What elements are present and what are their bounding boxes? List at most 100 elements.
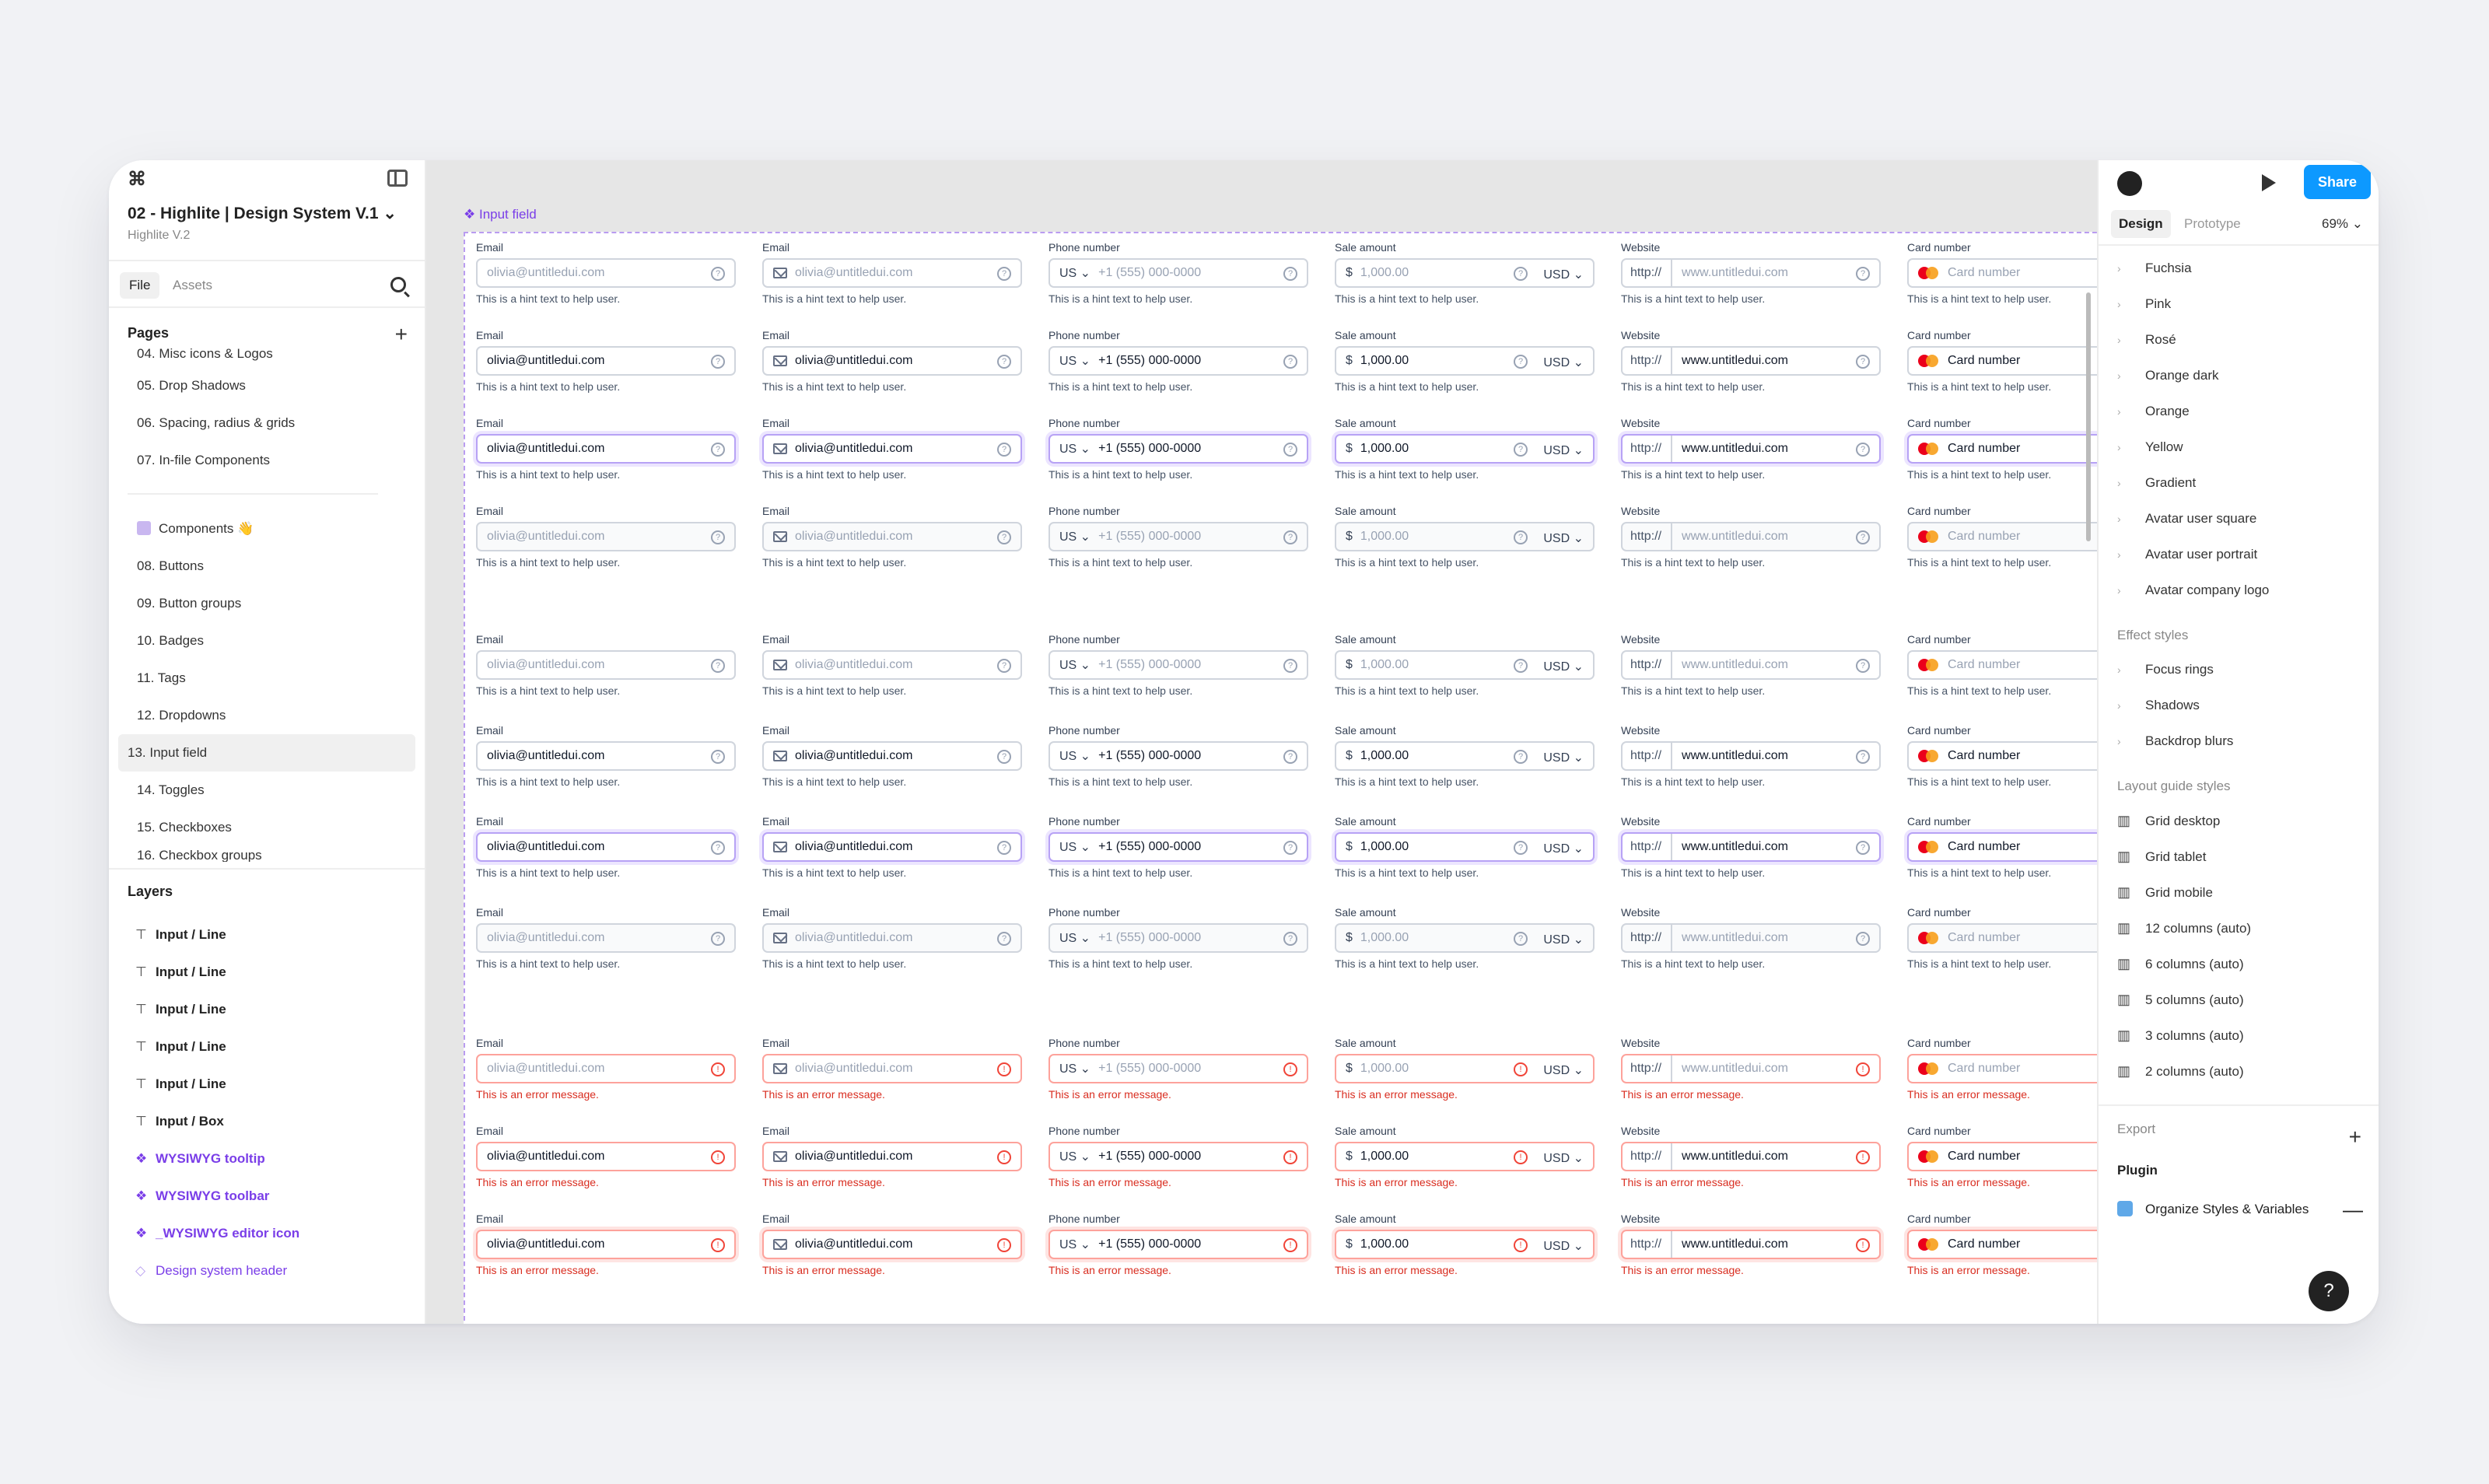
card-input[interactable]: Card number [1907,258,2097,288]
help-button[interactable]: ? [2309,1271,2349,1311]
style-item[interactable]: › Fuchsia [2099,250,2379,286]
style-item[interactable]: › Rosé [2099,322,2379,358]
card-input[interactable]: Card number [1907,1142,2097,1171]
layer-item[interactable]: ⊤ Input / Line [109,1028,425,1066]
page-item[interactable]: 08. Buttons [118,548,415,585]
style-item[interactable]: › Orange dark [2099,358,2379,394]
tab-design[interactable]: Design [2111,210,2171,238]
style-item[interactable]: › Orange [2099,394,2379,429]
page-item[interactable]: 15. Checkboxes [118,809,415,846]
page-item[interactable]: 09. Button groups [118,585,415,622]
email-input[interactable]: olivia@untitledui.com? [762,346,1022,376]
email-input[interactable]: olivia@untitledui.com! [762,1054,1022,1083]
style-item[interactable]: ▥ 12 columns (auto) [2099,910,2379,946]
country-select[interactable]: US ⌄ [1059,265,1090,281]
page-item[interactable]: 12. Dropdowns [118,697,415,734]
website-input[interactable]: http:// www.untitledui.com? [1621,258,1881,288]
page-item[interactable]: 11. Tags [118,660,415,697]
avatar[interactable] [2117,171,2142,196]
zoom-level[interactable]: 69% ⌄ [2322,210,2363,238]
phone-input[interactable]: US ⌄ +1 (555) 000-0000? [1048,434,1308,464]
currency-select[interactable]: USD ⌄ [1543,750,1584,765]
input-field-frame[interactable]: Email olivia@untitledui.com? This is a hin… [464,232,2097,1324]
email-input[interactable]: olivia@untitledui.com? [762,258,1022,288]
layer-item[interactable]: ⊤ Input / Box [109,1103,425,1140]
currency-select[interactable]: USD ⌄ [1543,443,1584,458]
sale-input[interactable]: $1,000.00? USD ⌄ [1335,522,1595,551]
email-input[interactable]: olivia@untitledui.com! [476,1054,736,1083]
page-item[interactable]: 16. Checkbox groups [118,846,415,862]
email-input[interactable]: olivia@untitledui.com! [476,1142,736,1171]
style-item[interactable]: ▥ 3 columns (auto) [2099,1017,2379,1053]
style-item[interactable]: › Backdrop blurs [2099,723,2379,759]
page-item[interactable]: 06. Spacing, radius & grids [118,404,415,442]
phone-input[interactable]: US ⌄ +1 (555) 000-0000? [1048,346,1308,376]
page-item[interactable]: 14. Toggles [118,772,415,809]
card-input[interactable]: Card number [1907,346,2097,376]
page-item[interactable]: 04. Misc icons & Logos [118,348,415,367]
phone-input[interactable]: US ⌄ +1 (555) 000-0000? [1048,650,1308,680]
email-input[interactable]: olivia@untitledui.com? [476,522,736,551]
search-icon[interactable] [390,277,406,292]
style-item[interactable]: ▥ Grid mobile [2099,874,2379,910]
style-item[interactable]: › Avatar user portrait [2099,537,2379,572]
layer-item[interactable]: ⊤ Input / Line [109,1066,425,1103]
style-item[interactable]: ▥ Grid desktop [2099,803,2379,838]
country-select[interactable]: US ⌄ [1059,657,1090,673]
sale-input[interactable]: $1,000.00? USD ⌄ [1335,258,1595,288]
share-button[interactable]: Share [2304,165,2371,199]
card-input[interactable]: Card number [1907,522,2097,551]
website-input[interactable]: http:// www.untitledui.com? [1621,832,1881,862]
page-item[interactable]: 05. Drop Shadows [118,367,415,404]
style-item[interactable]: › Yellow [2099,429,2379,465]
tab-assets[interactable]: Assets [173,272,212,299]
style-item[interactable]: ▥ 5 columns (auto) [2099,982,2379,1017]
style-item[interactable]: › Pink [2099,286,2379,322]
website-input[interactable]: http:// www.untitledui.com! [1621,1230,1881,1259]
style-item[interactable]: › Shadows [2099,688,2379,723]
email-input[interactable]: olivia@untitledui.com? [762,522,1022,551]
country-select[interactable]: US ⌄ [1059,1061,1090,1076]
layer-item[interactable]: ◇ Design system header [109,1252,425,1290]
card-input[interactable]: Card number [1907,741,2097,771]
email-input[interactable]: olivia@untitledui.com? [476,650,736,680]
tab-prototype[interactable]: Prototype [2184,210,2241,238]
email-input[interactable]: olivia@untitledui.com? [476,741,736,771]
phone-input[interactable]: US ⌄ +1 (555) 000-0000! [1048,1054,1308,1083]
style-item[interactable]: › Avatar company logo [2099,572,2379,608]
sale-input[interactable]: $1,000.00? USD ⌄ [1335,650,1595,680]
phone-input[interactable]: US ⌄ +1 (555) 000-0000! [1048,1142,1308,1171]
page-item-components[interactable]: Components 👋 [118,510,415,548]
remove-icon[interactable]: — [2343,1190,2363,1229]
card-input[interactable]: Card number [1907,1054,2097,1083]
phone-input[interactable]: US ⌄ +1 (555) 000-0000? [1048,832,1308,862]
currency-select[interactable]: USD ⌄ [1543,1238,1584,1254]
email-input[interactable]: olivia@untitledui.com? [762,832,1022,862]
country-select[interactable]: US ⌄ [1059,930,1090,946]
style-item[interactable]: ▥ 2 columns (auto) [2099,1053,2379,1089]
sale-input[interactable]: $1,000.00? USD ⌄ [1335,434,1595,464]
country-select[interactable]: US ⌄ [1059,1237,1090,1252]
phone-input[interactable]: US ⌄ +1 (555) 000-0000? [1048,741,1308,771]
email-input[interactable]: olivia@untitledui.com! [762,1230,1022,1259]
canvas-scrollbar[interactable] [2086,292,2091,541]
page-item[interactable]: 10. Badges [118,622,415,660]
country-select[interactable]: US ⌄ [1059,839,1090,855]
style-item[interactable]: › Avatar user square [2099,501,2379,537]
layer-item[interactable]: ❖ _WYSIWYG editor icon [109,1215,425,1252]
page-item[interactable]: 07. In-file Components [118,442,415,479]
website-input[interactable]: http:// www.untitledui.com? [1621,741,1881,771]
currency-select[interactable]: USD ⌄ [1543,1150,1584,1166]
email-input[interactable]: olivia@untitledui.com? [476,923,736,953]
frame-label[interactable]: ❖ Input field [464,207,537,222]
currency-select[interactable]: USD ⌄ [1543,530,1584,546]
phone-input[interactable]: US ⌄ +1 (555) 000-0000! [1048,1230,1308,1259]
email-input[interactable]: olivia@untitledui.com! [762,1142,1022,1171]
phone-input[interactable]: US ⌄ +1 (555) 000-0000? [1048,258,1308,288]
country-select[interactable]: US ⌄ [1059,748,1090,764]
figma-menu-icon[interactable]: ⌘ [128,168,146,191]
email-input[interactable]: olivia@untitledui.com? [476,832,736,862]
website-input[interactable]: http:// www.untitledui.com? [1621,650,1881,680]
website-input[interactable]: http:// www.untitledui.com! [1621,1142,1881,1171]
phone-input[interactable]: US ⌄ +1 (555) 000-0000? [1048,923,1308,953]
